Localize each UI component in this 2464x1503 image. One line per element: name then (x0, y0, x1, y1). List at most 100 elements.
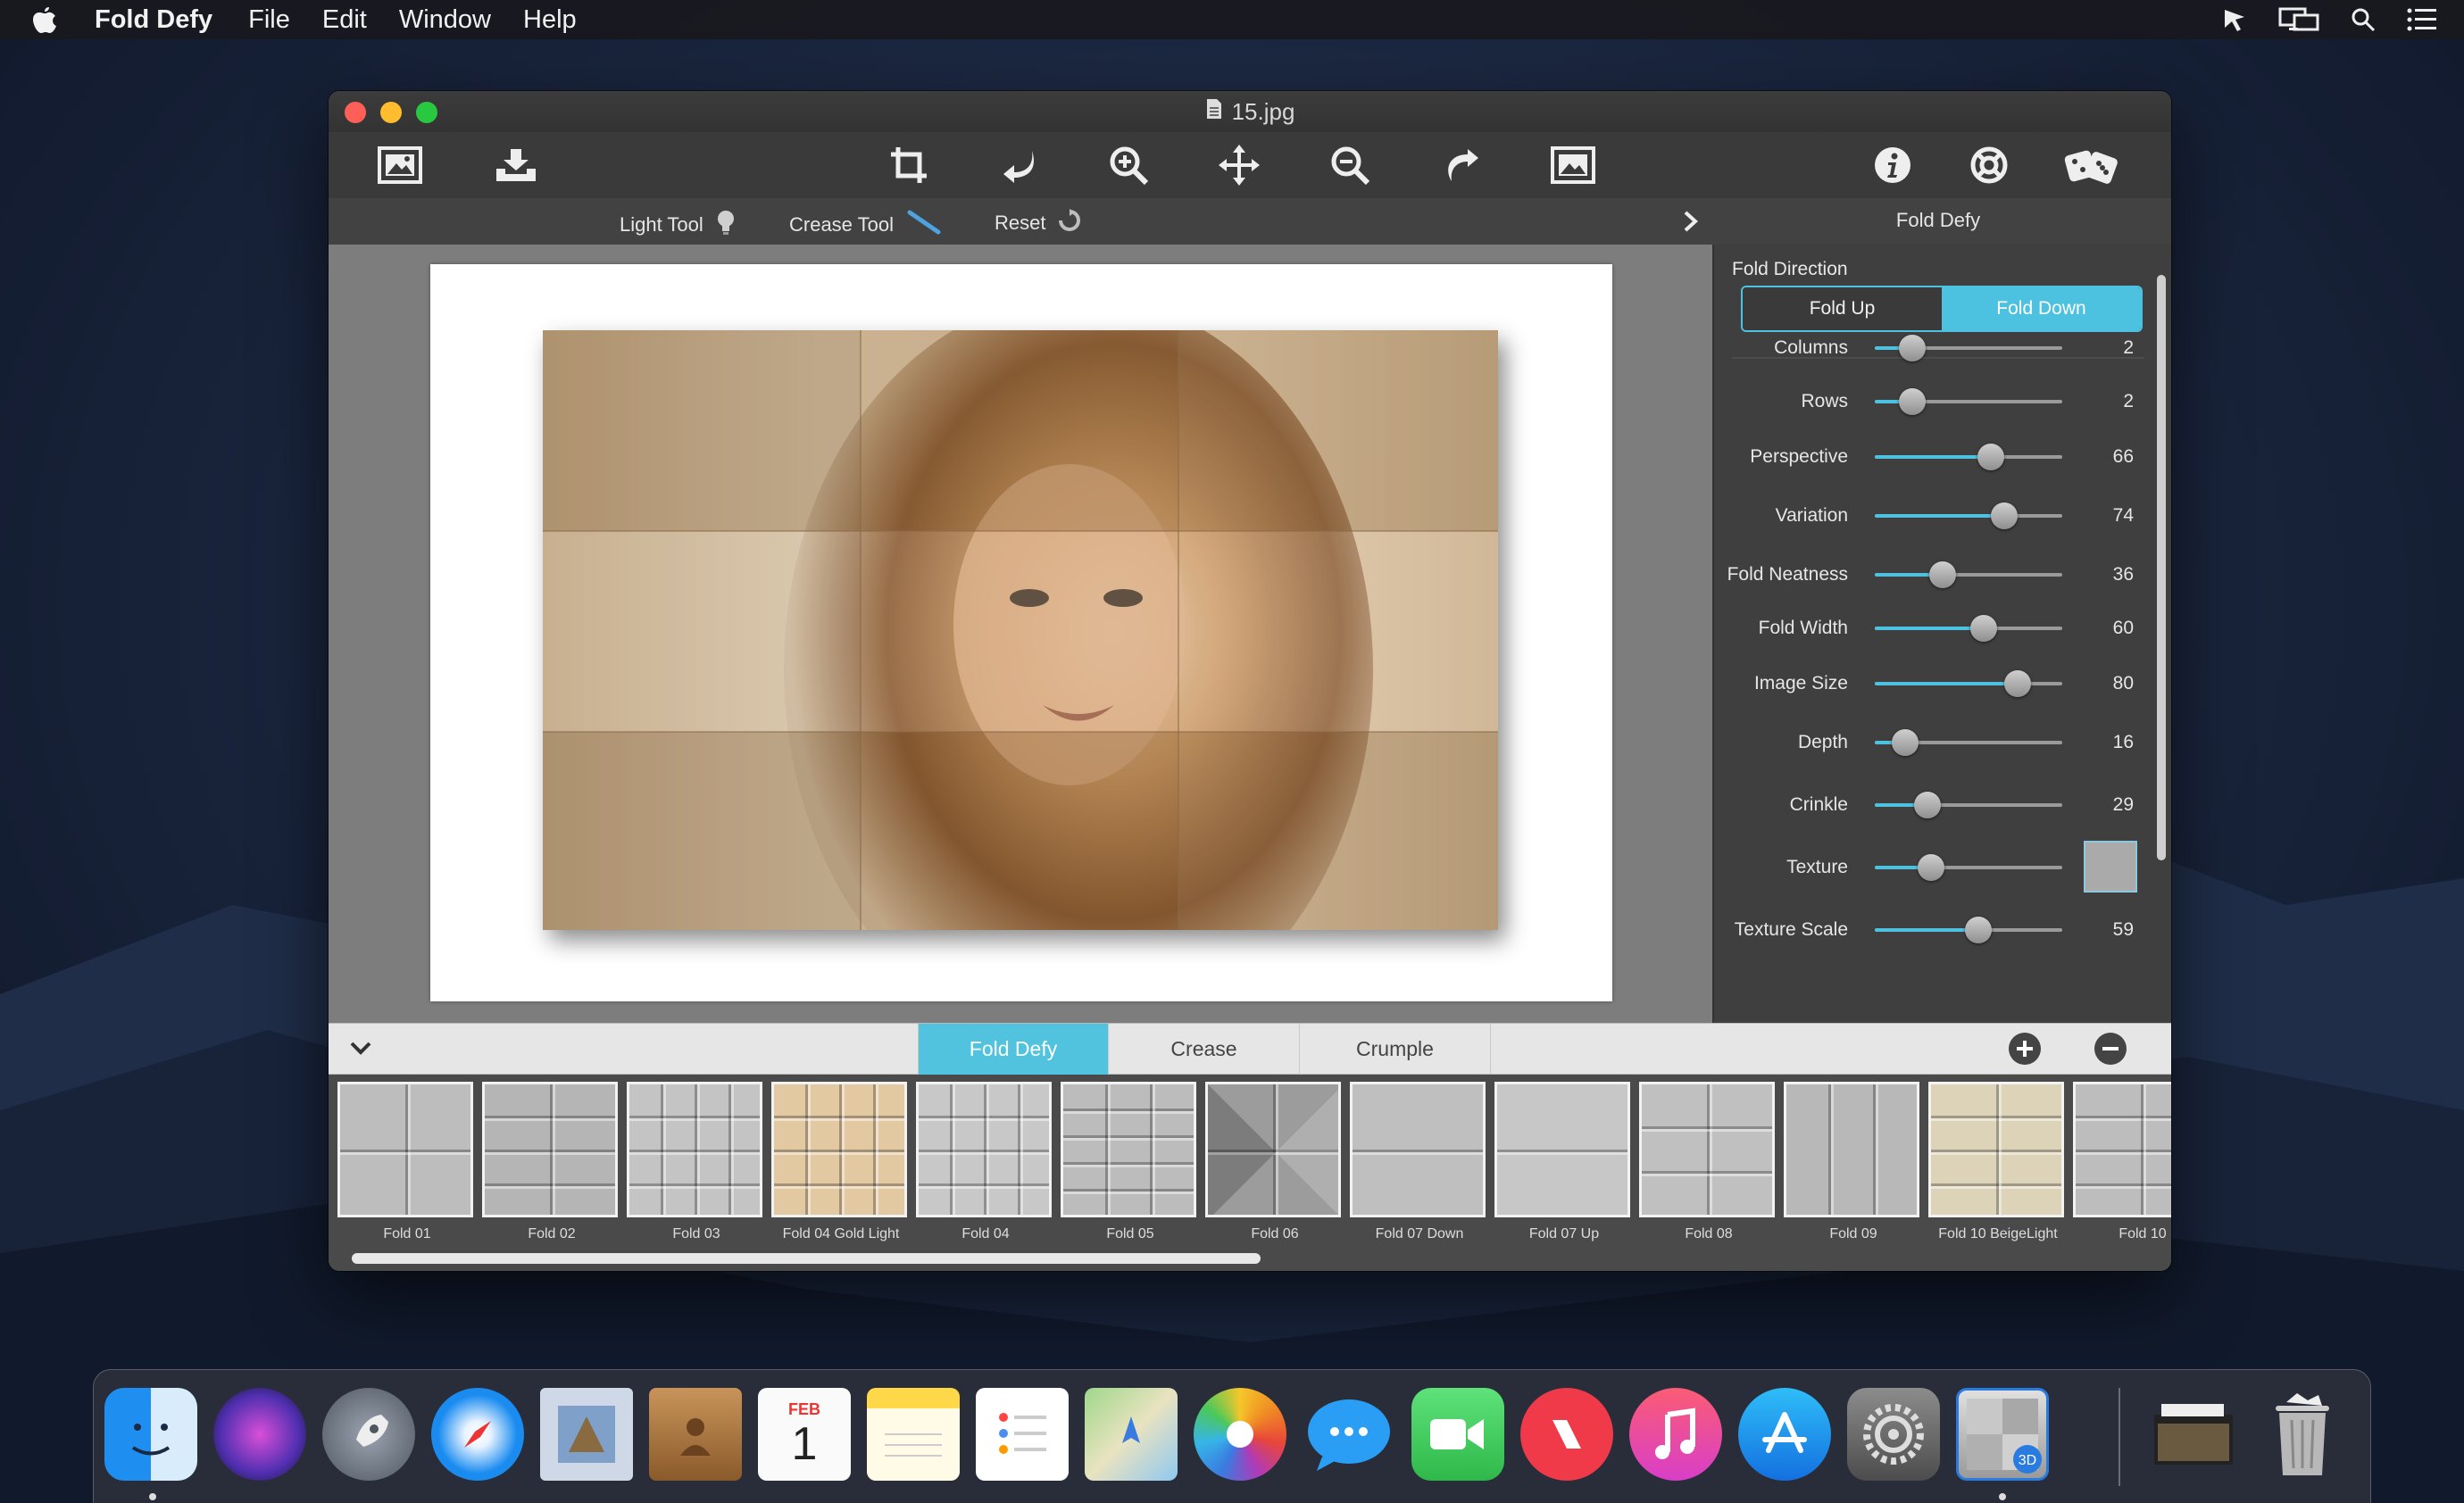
calendar-icon[interactable]: FEB 1 (758, 1388, 851, 1481)
fold-defy-app-icon[interactable]: 3D (1956, 1388, 2049, 1481)
music-icon[interactable] (1629, 1388, 1722, 1481)
preset-label: Fold 07 Up (1528, 1226, 1600, 1241)
collapse-panel-chevron-icon[interactable] (1682, 209, 1700, 239)
undo-icon[interactable] (995, 143, 1045, 187)
slider-knob[interactable] (1899, 388, 1926, 415)
title-bar: 15.jpg (329, 91, 2171, 132)
redo-icon[interactable] (1436, 143, 1486, 187)
slider-knob[interactable] (1891, 729, 1919, 756)
siri-icon[interactable] (213, 1388, 306, 1481)
notes-icon[interactable] (867, 1388, 960, 1481)
slider-track[interactable] (1875, 615, 2062, 642)
info-icon[interactable] (1868, 143, 1918, 187)
slider-knob[interactable] (1899, 335, 1926, 361)
cursor-tool-icon[interactable] (2221, 6, 2248, 33)
preset-thumbnail[interactable] (1350, 1082, 1486, 1217)
slider-knob[interactable] (1969, 615, 1997, 642)
facetime-icon[interactable] (1411, 1388, 1504, 1481)
preset-fold-pattern (774, 1084, 904, 1215)
presets-horizontal-scrollbar[interactable] (352, 1253, 1261, 1264)
slider-knob[interactable] (1977, 444, 2005, 470)
slider-knob[interactable] (1990, 502, 2018, 529)
slider-track[interactable] (1875, 561, 2062, 588)
crop-icon[interactable] (884, 143, 934, 187)
slider-track[interactable] (1875, 444, 2062, 470)
open-image-button[interactable] (375, 143, 425, 187)
menu-file[interactable]: File (248, 5, 290, 35)
preset-thumbnail[interactable] (1061, 1082, 1196, 1217)
slider-knob[interactable] (1964, 917, 1992, 943)
spotlight-search-icon[interactable] (2350, 6, 2377, 33)
preset-thumbnail[interactable] (1205, 1082, 1341, 1217)
pan-move-icon[interactable] (1214, 143, 1264, 187)
preset-thumbnail[interactable] (337, 1082, 473, 1217)
slider-track[interactable] (1875, 729, 2062, 756)
reset-label: Reset (995, 212, 1046, 234)
messages-icon[interactable] (1303, 1388, 1395, 1481)
zoom-out-icon[interactable] (1325, 143, 1375, 187)
slider-track[interactable] (1875, 335, 2062, 361)
save-image-button[interactable] (491, 143, 541, 187)
preset-thumbnail[interactable] (1639, 1082, 1775, 1217)
preset-thumbnail[interactable] (482, 1082, 618, 1217)
reset-button[interactable]: Reset (995, 209, 1081, 237)
slider-track[interactable] (1875, 854, 2062, 881)
remove-preset-button[interactable] (2094, 1033, 2127, 1065)
tab-fold-defy[interactable]: Fold Defy (918, 1024, 1109, 1075)
fit-image-button[interactable] (1548, 143, 1598, 187)
menu-app-name[interactable]: Fold Defy (95, 5, 212, 35)
finder-icon[interactable] (104, 1388, 197, 1481)
photos-icon[interactable] (1194, 1388, 1286, 1481)
slider-knob[interactable] (1913, 792, 1941, 818)
zoom-in-icon[interactable] (1103, 143, 1153, 187)
slider-track[interactable] (1875, 792, 2062, 818)
slider-knob[interactable] (1918, 854, 1944, 881)
preset-thumbnail[interactable] (1494, 1082, 1630, 1217)
slider-track[interactable] (1875, 388, 2062, 415)
fold-up-button[interactable]: Fold Up (1743, 287, 1942, 330)
slider-track[interactable] (1875, 917, 2062, 943)
fold-down-button[interactable]: Fold Down (1942, 287, 2141, 330)
display-mirroring-icon[interactable] (2278, 6, 2319, 33)
preset-thumbnail[interactable] (771, 1082, 907, 1217)
app-store-icon[interactable] (1738, 1388, 1831, 1481)
texture-swatch[interactable] (2084, 841, 2137, 893)
menu-window[interactable]: Window (399, 5, 491, 35)
tab-crumple[interactable]: Crumple (1300, 1024, 1491, 1075)
close-window-button[interactable] (345, 102, 366, 123)
preset-thumbnail[interactable] (627, 1082, 762, 1217)
downloads-stack-icon[interactable] (2147, 1388, 2240, 1481)
slider-knob[interactable] (2003, 670, 2031, 697)
panel-scrollbar[interactable] (2157, 275, 2166, 860)
preset-thumbnail[interactable] (1784, 1082, 1919, 1217)
slider-knob[interactable] (1928, 561, 1956, 588)
slider-track[interactable] (1875, 670, 2062, 697)
mail-stamp-icon[interactable] (540, 1388, 633, 1481)
safari-compass-icon[interactable] (431, 1388, 524, 1481)
menu-help[interactable]: Help (523, 5, 577, 35)
randomize-dice-icon[interactable] (2060, 143, 2123, 187)
tab-crease[interactable]: Crease (1109, 1024, 1300, 1075)
notification-center-icon[interactable] (2407, 7, 2437, 32)
news-icon[interactable] (1520, 1388, 1613, 1481)
minimize-window-button[interactable] (380, 102, 402, 123)
help-support-icon[interactable] (1964, 143, 2014, 187)
menu-edit[interactable]: Edit (322, 5, 367, 35)
slider-track[interactable] (1875, 502, 2062, 529)
crease-tool-button[interactable]: Crease Tool (789, 209, 942, 241)
trash-icon[interactable] (2256, 1388, 2349, 1481)
maps-icon[interactable] (1085, 1388, 1178, 1481)
reminders-icon[interactable] (976, 1388, 1069, 1481)
preset-thumbnail[interactable] (1928, 1082, 2064, 1217)
contacts-icon[interactable] (649, 1388, 742, 1481)
launchpad-rocket-icon[interactable] (322, 1388, 415, 1481)
preset-thumbnail[interactable] (2073, 1082, 2171, 1217)
collapse-presets-chevron-icon[interactable] (348, 1036, 373, 1064)
system-preferences-gear-icon[interactable] (1847, 1388, 1940, 1481)
add-preset-button[interactable] (2009, 1033, 2041, 1065)
zoom-window-button[interactable] (416, 102, 437, 123)
image-canvas[interactable] (329, 245, 1712, 1023)
apple-icon[interactable] (32, 5, 68, 34)
light-tool-button[interactable]: Light Tool (620, 209, 736, 241)
preset-thumbnail[interactable] (916, 1082, 1052, 1217)
